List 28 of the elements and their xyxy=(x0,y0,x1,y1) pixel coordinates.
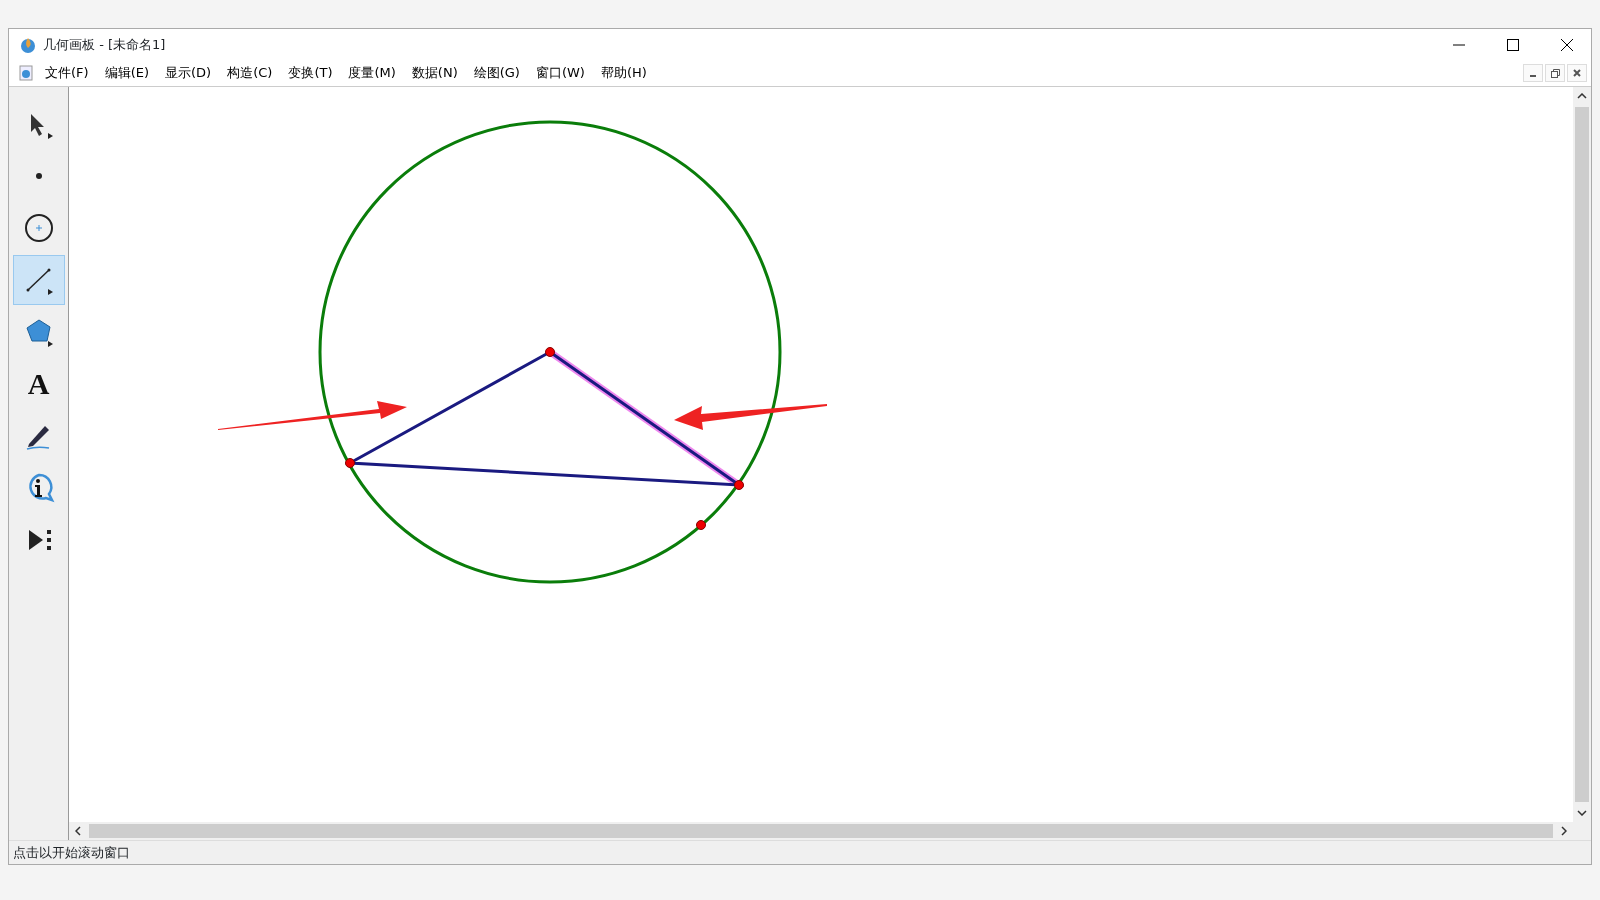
restore-icon xyxy=(1550,68,1560,78)
status-text: 点击以开始滚动窗口 xyxy=(13,843,130,862)
menu-item[interactable]: 文件(F) xyxy=(37,63,97,83)
text-tool-glyph: A xyxy=(27,369,50,399)
menu-item[interactable]: 数据(N) xyxy=(403,63,466,83)
maximize-icon xyxy=(1507,38,1519,51)
point-icon xyxy=(35,173,42,179)
point xyxy=(345,458,355,468)
menu-item[interactable]: 度量(M) xyxy=(340,63,404,83)
menu-item[interactable]: 帮助(H) xyxy=(592,63,655,83)
menu-item[interactable]: 窗口(W) xyxy=(527,63,593,83)
point xyxy=(734,480,744,490)
menu-item[interactable]: 构造(C) xyxy=(219,63,281,83)
document-icon[interactable] xyxy=(19,65,33,81)
menu-item[interactable]: 编辑(E) xyxy=(96,63,157,83)
minimize-button[interactable] xyxy=(1523,64,1543,82)
close-icon xyxy=(1573,69,1581,77)
point xyxy=(545,347,555,357)
close-button[interactable] xyxy=(1567,64,1587,82)
point xyxy=(696,520,706,530)
close-icon xyxy=(1561,38,1573,51)
circle-icon xyxy=(22,212,55,244)
window-title: 几何画板 - [未命名1] xyxy=(43,35,166,54)
restore-button[interactable] xyxy=(1545,64,1565,82)
menu-item[interactable]: 显示(D) xyxy=(157,63,220,83)
menu-item[interactable]: 绘图(G) xyxy=(465,63,528,83)
tool-button[interactable]: A xyxy=(12,359,65,409)
menu-item[interactable]: 变换(T) xyxy=(280,63,341,83)
